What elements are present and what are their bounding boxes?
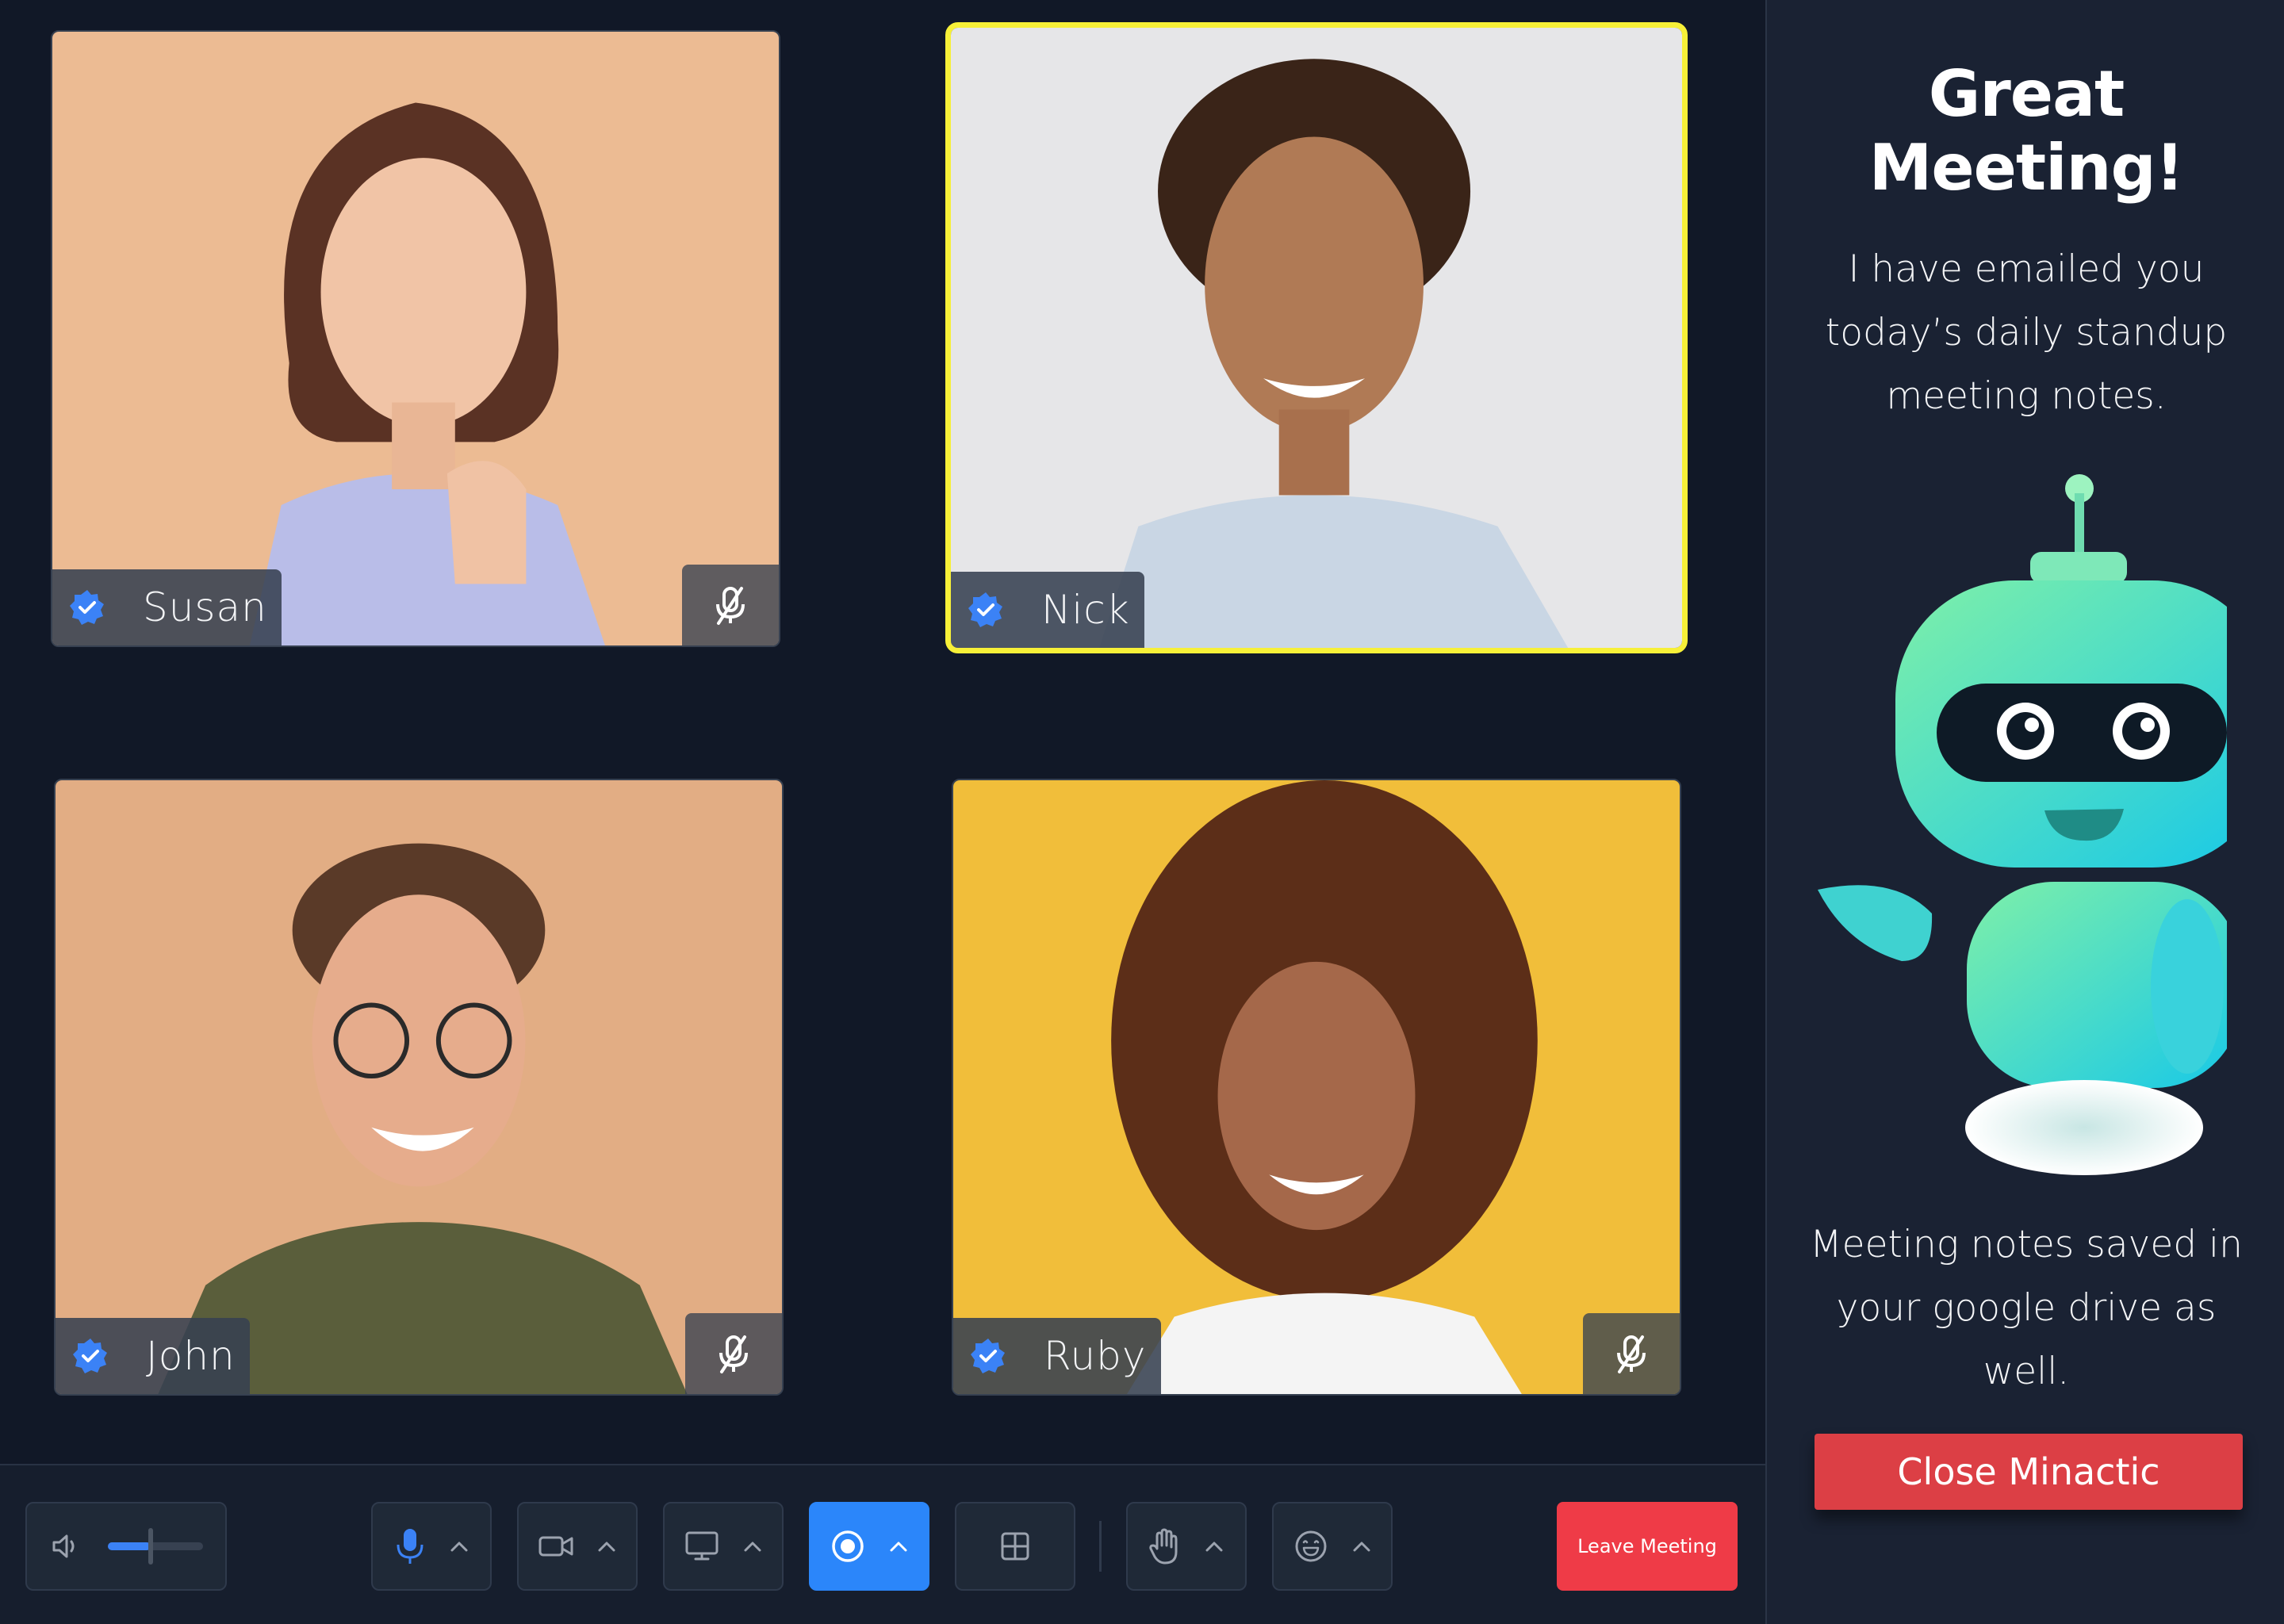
name-tag: Nick — [951, 572, 1144, 648]
participant-video-ruby — [953, 780, 1680, 1394]
video-tile-ruby[interactable]: Ruby — [952, 779, 1681, 1396]
chevron-up-icon[interactable] — [1352, 1540, 1371, 1553]
leave-meeting-button[interactable]: Leave Meeting — [1557, 1502, 1738, 1591]
volume-slider[interactable] — [108, 1528, 203, 1565]
reactions-button[interactable] — [1272, 1502, 1393, 1591]
name-tag: Ruby — [953, 1318, 1161, 1394]
video-tile-nick[interactable]: Nick — [945, 22, 1688, 653]
microphone-button[interactable] — [371, 1502, 492, 1591]
emoji-icon — [1295, 1530, 1327, 1562]
muted-indicator — [685, 1313, 782, 1394]
microphone-icon — [397, 1529, 423, 1564]
emailed-notes-message: I have emailed you today’s daily standup… — [1825, 247, 2228, 418]
chevron-up-icon[interactable] — [450, 1540, 469, 1553]
record-icon — [832, 1530, 864, 1562]
screen-share-button[interactable] — [663, 1502, 784, 1591]
camera-icon — [538, 1536, 573, 1557]
volume-slider-handle[interactable] — [148, 1528, 153, 1565]
participant-name: Nick — [1041, 587, 1130, 633]
raise-hand-button[interactable] — [1126, 1502, 1247, 1591]
mic-off-icon — [719, 1335, 748, 1373]
name-tag: Susan — [52, 569, 282, 645]
panel-title: Great Meeting! — [1868, 57, 2185, 205]
muted-indicator — [682, 565, 779, 645]
camera-button[interactable] — [517, 1502, 638, 1591]
verified-badge-icon — [70, 590, 104, 625]
layout-grid-icon — [1001, 1532, 1029, 1561]
participant-video-nick — [951, 28, 1682, 648]
screen-share-icon — [685, 1531, 719, 1561]
name-tag: John — [56, 1318, 250, 1394]
volume-level-fill — [108, 1542, 151, 1550]
verified-badge-icon — [968, 592, 1002, 627]
volume-control[interactable] — [25, 1502, 227, 1591]
layout-button[interactable] — [955, 1502, 1075, 1591]
chevron-up-icon[interactable] — [1205, 1540, 1224, 1553]
assistant-panel: Great Meeting! I have emailed you today’… — [1765, 0, 2284, 1624]
saved-to-drive-message: Meeting notes saved in your google drive… — [1810, 1223, 2243, 1393]
video-tile-john[interactable]: John — [54, 779, 784, 1396]
participant-video-john — [56, 780, 782, 1394]
verified-badge-icon — [73, 1339, 107, 1373]
robot-mascot-illustration — [1818, 474, 2227, 1175]
participant-name: Ruby — [1044, 1333, 1147, 1379]
meeting-controls-bar: Leave Meeting — [0, 1464, 1765, 1624]
chevron-up-icon[interactable] — [597, 1540, 616, 1553]
chevron-up-icon[interactable] — [889, 1540, 908, 1553]
close-assistant-button[interactable]: Close Minactic — [1815, 1434, 2243, 1510]
chevron-up-icon[interactable] — [743, 1540, 762, 1553]
record-button[interactable] — [809, 1502, 929, 1591]
mic-off-icon — [716, 587, 745, 625]
raise-hand-icon — [1149, 1528, 1178, 1565]
verified-badge-icon — [971, 1339, 1005, 1373]
muted-indicator — [1583, 1313, 1680, 1394]
participant-name: Susan — [143, 584, 267, 630]
speaker-icon — [52, 1534, 75, 1558]
participant-video-susan — [52, 32, 779, 645]
mic-off-icon — [1617, 1335, 1646, 1373]
control-divider — [1099, 1521, 1102, 1572]
participant-name: John — [146, 1333, 236, 1379]
video-tile-susan[interactable]: Susan — [51, 30, 780, 647]
